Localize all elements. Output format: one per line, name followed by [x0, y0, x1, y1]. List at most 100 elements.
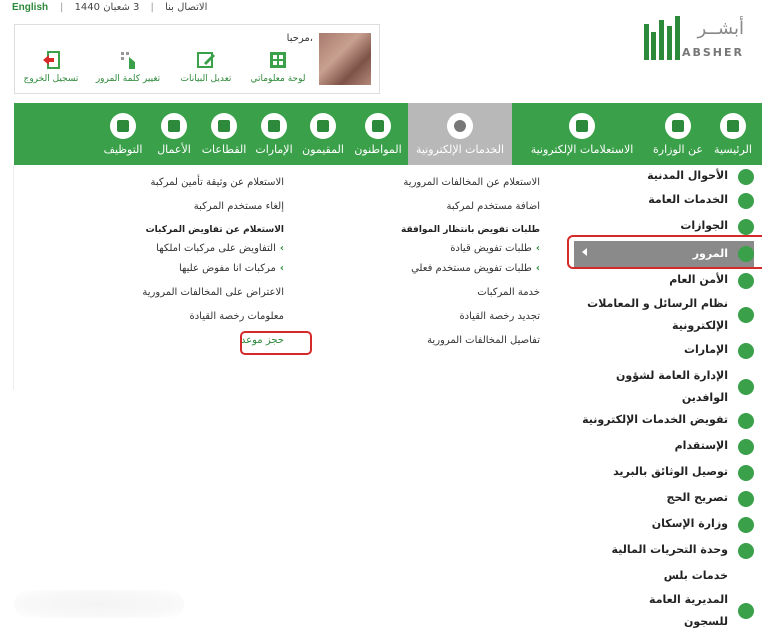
- sidebar-item-label: وزارة الإسكان: [651, 517, 728, 530]
- sidebar-item-hajj-permit[interactable]: تصريح الحج: [574, 487, 754, 509]
- sidebar-item-housing[interactable]: وزارة الإسكان: [574, 513, 754, 535]
- nav-home[interactable]: الرئيسية: [704, 103, 762, 165]
- nav-e-services[interactable]: الخدمات الإلكترونية: [408, 103, 512, 165]
- menu-sublink-label: التفاويض على مركبات املكها: [156, 243, 276, 254]
- menu-link[interactable]: تفاصيل المخالفات المرورية: [427, 335, 540, 346]
- nav-e-inquiries[interactable]: الاستعلامات الإلكترونية: [512, 103, 652, 165]
- logo-arabic: أبشــر: [697, 18, 744, 39]
- edit-data-label: تعديل البيانات: [180, 74, 232, 84]
- business-icon: [161, 113, 187, 139]
- sidebar-item-messaging-system[interactable]: نظام الرسائل و المعاملات الإلكترونية: [574, 293, 754, 337]
- absher-logo[interactable]: أبشــر ABSHER: [612, 14, 752, 70]
- separator: |: [60, 2, 64, 13]
- emirates-icon: [261, 113, 287, 139]
- sidebar-item-public-services[interactable]: الخدمات العامة: [574, 189, 754, 211]
- nav-citizens[interactable]: المواطنون: [348, 103, 408, 165]
- globe-icon: [738, 413, 754, 429]
- menu-link[interactable]: خدمة المركبات: [477, 287, 540, 298]
- nav-label: الخدمات الإلكترونية: [415, 143, 505, 156]
- sidebar-item-mail-delivery[interactable]: توصيل الوثائق بالبريد: [574, 461, 754, 483]
- sidebar-item-passports[interactable]: الجوازات: [574, 215, 754, 237]
- hijri-date: 3 شعبان 1440: [74, 2, 140, 13]
- menu-sublink-label: طلبات تفويض قيادة: [450, 243, 532, 254]
- nav-emirates[interactable]: الإمارات: [250, 103, 298, 165]
- residents-icon: [310, 113, 336, 139]
- chevron-left-icon: ‹: [279, 243, 284, 254]
- ministry-icon: [665, 113, 691, 139]
- nav-label: الأعمال: [157, 143, 191, 156]
- nav-label: الاستعلامات الإلكترونية: [530, 143, 634, 156]
- logo-english: ABSHER: [681, 46, 744, 59]
- menu-link[interactable]: الاعتراض على المخالفات المرورية: [142, 287, 284, 298]
- sidebar-item-public-security[interactable]: الأمن العام: [574, 269, 754, 291]
- sidebar-item-label: تصريح الحج: [666, 491, 728, 504]
- menu-heading: طلبات تفويض بانتظار الموافقة: [401, 225, 540, 235]
- sidebar-item-civil-affairs[interactable]: الأحوال المدنية: [574, 165, 754, 187]
- change-password-label: تغيير كلمة المرور: [95, 74, 161, 84]
- menu-sublink[interactable]: التفاويض على مركبات املكها ‹: [156, 243, 284, 254]
- logout-label: تسجيل الخروج: [23, 74, 79, 84]
- kaaba-icon: [738, 491, 754, 507]
- logout-button[interactable]: تسجيل الخروج: [19, 49, 83, 84]
- sidebar-item-financial-investigation[interactable]: وحدة التحريات المالية: [574, 539, 754, 561]
- sidebar-item-label: توصيل الوثائق بالبريد: [613, 465, 728, 478]
- sidebar-item-label: وحدة التحريات المالية: [611, 543, 728, 556]
- sidebar-item-recruitment[interactable]: الإستقدام: [574, 435, 754, 457]
- separator: |: [150, 2, 154, 13]
- top-links: | الاتصال بنا | 3 شعبان 1440: [56, 2, 211, 13]
- chevron-left-icon: ‹: [535, 243, 540, 254]
- menu-link[interactable]: إلغاء مستخدم المركبة: [194, 201, 284, 212]
- sidebar-item-label: للسجون: [683, 615, 728, 628]
- chevron-left-icon: ‹: [279, 263, 284, 274]
- menu-link[interactable]: اضافة مستخدم لمركبة: [447, 201, 541, 212]
- password-icon: [121, 52, 135, 69]
- menu-heading: الاستعلام عن تفاويض المركبات: [145, 225, 284, 235]
- sidebar-item-delegation[interactable]: تفويض الخدمات الإلكترونية: [574, 409, 754, 431]
- user-box: مرحبا، لوحة معلوماتي تعديل البيانات تغيي…: [14, 24, 380, 94]
- logout-icon: [43, 51, 60, 69]
- expatriates-icon: [738, 379, 754, 395]
- menu-sublink-label: مركبات انا مفوض عليها: [178, 263, 276, 274]
- globe-icon: [447, 113, 473, 139]
- nav-business[interactable]: الأعمال: [150, 103, 198, 165]
- sidebar-item-prisons[interactable]: المديرية العامة للسجون: [574, 589, 754, 630]
- home-icon: [720, 113, 746, 139]
- nav-employment[interactable]: التوظيف: [96, 103, 150, 165]
- menu-link[interactable]: معلومات رخصة القيادة: [189, 311, 284, 322]
- recruitment-icon: [738, 439, 754, 455]
- sidebar-item-services-plus[interactable]: خدمات بلس: [574, 565, 754, 587]
- menu-sublink[interactable]: طلبات تفويض قيادة ‹: [450, 243, 540, 254]
- dashboard-button[interactable]: لوحة معلوماتي: [245, 49, 311, 84]
- sidebar-item-label: الإدارة العامة لشؤون: [615, 369, 728, 382]
- menu-sublink[interactable]: طلبات تفويض مستخدم فعلي ‹: [411, 263, 540, 274]
- emirates-icon: [738, 343, 754, 359]
- language-link[interactable]: English: [12, 2, 48, 13]
- civil-affairs-icon: [738, 169, 754, 185]
- nav-sectors[interactable]: القطاعات: [198, 103, 250, 165]
- change-password-button[interactable]: تغيير كلمة المرور: [89, 49, 167, 84]
- nav-residents[interactable]: المقيمون: [298, 103, 348, 165]
- sidebar-item-expatriates[interactable]: الإدارة العامة لشؤون الوافدين: [574, 365, 754, 409]
- sidebar-item-emirates[interactable]: الإمارات: [574, 339, 754, 361]
- menu-link[interactable]: تجديد رخصة القيادة: [459, 311, 540, 322]
- nav-about-ministry[interactable]: عن الوزارة: [652, 103, 704, 165]
- messages-icon: [738, 307, 754, 323]
- menu-link[interactable]: الاستعلام عن المخالفات المرورية: [403, 177, 540, 188]
- redacted-area: [14, 590, 184, 618]
- menu-link[interactable]: الاستعلام عن وثيقة تأمين لمركبة: [150, 177, 284, 188]
- edit-icon: [197, 52, 215, 68]
- contact-link[interactable]: الاتصال بنا: [161, 2, 211, 13]
- edit-data-button[interactable]: تعديل البيانات: [173, 49, 239, 84]
- public-services-icon: [738, 193, 754, 209]
- nav-label: عن الوزارة: [653, 143, 703, 156]
- nav-label: التوظيف: [103, 143, 143, 156]
- financial-icon: [738, 543, 754, 559]
- security-icon: [738, 273, 754, 289]
- employment-icon: [110, 113, 136, 139]
- citizen-icon: [365, 113, 391, 139]
- sidebar-item-label: الإلكترونية: [672, 319, 728, 332]
- mail-icon: [738, 465, 754, 481]
- menu-sublink[interactable]: مركبات انا مفوض عليها ‹: [179, 263, 284, 274]
- sidebar-item-label: خدمات بلس: [663, 569, 728, 582]
- dashboard-label: لوحة معلوماتي: [250, 74, 306, 84]
